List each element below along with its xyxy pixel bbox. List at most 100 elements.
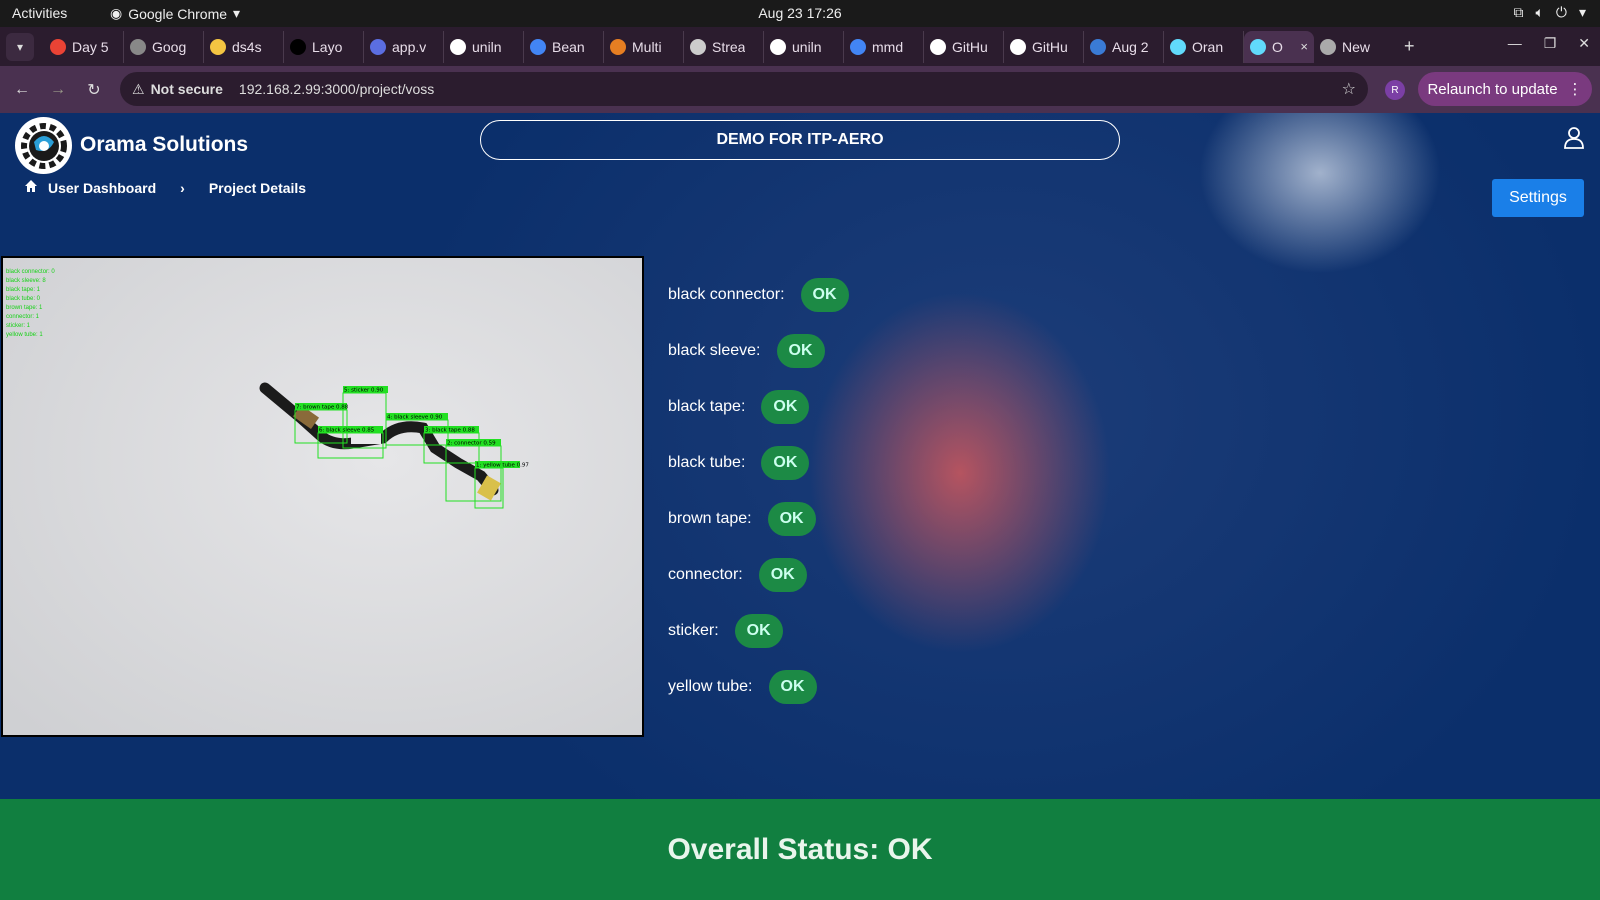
user-account-icon[interactable] bbox=[1564, 127, 1584, 154]
overall-status-bar: Overall Status: OK bbox=[0, 799, 1600, 900]
home-icon[interactable] bbox=[24, 179, 38, 196]
project-title: DEMO FOR ITP-AERO bbox=[480, 120, 1120, 160]
result-label: black tape: bbox=[668, 398, 746, 415]
system-top-bar: Activities ◉ Google Chrome ▾ Aug 23 17:2… bbox=[0, 0, 1600, 27]
back-icon[interactable]: ← bbox=[4, 81, 40, 99]
react-icon bbox=[1170, 38, 1186, 55]
browser-tab-active[interactable]: O × bbox=[1244, 30, 1314, 63]
brand-name: Orama Solutions bbox=[80, 133, 249, 156]
browser-tab[interactable]: mmd bbox=[844, 30, 924, 63]
breadcrumb-home-link[interactable]: User Dashboard bbox=[48, 180, 156, 196]
result-label: black tube: bbox=[668, 454, 746, 471]
detection-label: 7: brown tape 0.88 bbox=[296, 405, 349, 411]
tab-title: Bean bbox=[552, 38, 585, 55]
result-row: sticker: OK bbox=[668, 614, 783, 648]
browser-tab[interactable]: app.v bbox=[364, 30, 444, 63]
browser-tab[interactable]: GitHu bbox=[1004, 30, 1084, 63]
browser-tab[interactable]: Bean bbox=[524, 30, 604, 63]
tab-title: uniln bbox=[792, 38, 822, 55]
tab-title: mmd bbox=[872, 38, 904, 55]
breadcrumb: User Dashboard › Project Details bbox=[24, 179, 306, 196]
orama-logo[interactable] bbox=[15, 117, 72, 174]
detection-label: 1: yellow tube 0.97 bbox=[476, 463, 529, 469]
status-badge: OK bbox=[800, 278, 849, 312]
tab-title: Strea bbox=[712, 38, 746, 55]
github-icon bbox=[450, 38, 466, 55]
tab-title: ds4s bbox=[232, 38, 262, 55]
address-bar[interactable]: ⚠ Not secure 192.168.2.99:3000/project/v… bbox=[120, 72, 1368, 106]
github-icon bbox=[930, 38, 946, 55]
chrome-icon bbox=[130, 38, 146, 55]
browser-tab[interactable]: Multi bbox=[604, 30, 684, 63]
breadcrumb-current: Project Details bbox=[208, 179, 307, 196]
security-chip[interactable]: ⚠ Not secure bbox=[132, 81, 223, 98]
chrome-icon bbox=[1320, 38, 1336, 55]
restore-icon[interactable]: ❐ bbox=[1544, 35, 1557, 52]
tab-title: Oran bbox=[1192, 38, 1224, 55]
volume-icon: 🔈︎ bbox=[1535, 4, 1544, 20]
browser-tab[interactable]: Oran bbox=[1164, 30, 1244, 63]
tab-title: app.v bbox=[392, 38, 427, 55]
reload-icon[interactable]: ↻ bbox=[76, 80, 112, 100]
security-label: Not secure bbox=[150, 81, 223, 97]
browser-tab[interactable]: Goog bbox=[124, 30, 204, 63]
app-menu[interactable]: ◉ Google Chrome ▾ bbox=[110, 5, 240, 22]
browser-tab[interactable]: Strea bbox=[684, 30, 764, 63]
minimize-icon[interactable]: — bbox=[1508, 35, 1522, 52]
result-row: black tape: OK bbox=[668, 390, 810, 424]
detection-label: 6: black sleeve 0.85 bbox=[319, 428, 375, 434]
status-badge: OK bbox=[767, 502, 816, 536]
warning-icon: ⚠ bbox=[132, 80, 145, 97]
result-row: yellow tube: OK bbox=[668, 670, 817, 704]
tab-list: Day 5 Goog ds4s Layo app.v uniln Bean Multi Stre… bbox=[44, 27, 1415, 66]
activities-button[interactable]: Activities bbox=[12, 5, 67, 21]
react-icon bbox=[1250, 38, 1266, 55]
system-tray[interactable]: ⧉ 🔈︎ ⏻ ▾ bbox=[1513, 4, 1586, 21]
browser-tab[interactable]: Layo bbox=[284, 30, 364, 63]
relaunch-label: Relaunch to update bbox=[1427, 80, 1558, 98]
clock[interactable]: Aug 23 17:26 bbox=[758, 5, 841, 21]
browser-tab[interactable]: New bbox=[1314, 31, 1394, 63]
detection-label: 5: sticker 0.90 bbox=[344, 388, 384, 394]
chrome-icon: ◉ bbox=[110, 5, 123, 21]
url-text[interactable]: 192.168.2.99:3000/project/voss bbox=[239, 81, 434, 97]
tab-search-button[interactable]: ▾ bbox=[6, 32, 34, 61]
bookmark-star-icon[interactable]: ☆ bbox=[1342, 79, 1356, 99]
multi-icon bbox=[610, 38, 626, 55]
window-controls: — ❐ ✕ bbox=[1508, 35, 1590, 52]
relaunch-button[interactable]: Relaunch to update ⋮ bbox=[1418, 72, 1592, 106]
browser-tab[interactable]: uniln bbox=[764, 30, 844, 63]
forward-icon[interactable]: → bbox=[40, 81, 76, 99]
status-badge: OK bbox=[758, 558, 807, 592]
caret-down-icon: ▾ bbox=[233, 5, 241, 21]
browser-tab[interactable]: GitHu bbox=[924, 30, 1004, 63]
tab-title: Day 5 bbox=[72, 38, 109, 55]
browser-tab[interactable]: Aug 2 bbox=[1084, 30, 1164, 63]
browser-tab[interactable]: Day 5 bbox=[44, 30, 124, 63]
hf-icon bbox=[210, 38, 226, 55]
settings-button[interactable]: Settings bbox=[1492, 179, 1584, 217]
medium-icon bbox=[290, 38, 306, 55]
new-tab-plus-icon[interactable]: + bbox=[1404, 36, 1415, 57]
github-icon bbox=[770, 38, 786, 55]
openai-icon bbox=[690, 38, 706, 55]
app-menu-label: Google Chrome bbox=[128, 5, 228, 22]
browser-tab[interactable]: ds4s bbox=[204, 30, 284, 63]
close-tab-icon[interactable]: × bbox=[1300, 39, 1308, 54]
google-icon bbox=[530, 38, 546, 55]
browser-tab[interactable]: uniln bbox=[444, 30, 524, 63]
gear-logo-icon bbox=[20, 122, 67, 169]
chevron-down-icon: ▾ bbox=[16, 39, 24, 54]
profile-avatar[interactable]: R bbox=[1385, 80, 1405, 100]
github-icon bbox=[1010, 38, 1026, 55]
overall-status-text: Overall Status: OK bbox=[667, 832, 933, 866]
chevron-right-icon: › bbox=[180, 179, 185, 196]
result-label: connector: bbox=[668, 566, 743, 583]
result-row: brown tape: OK bbox=[668, 502, 816, 536]
detection-label: 4: black sleeve 0.90 bbox=[387, 415, 443, 421]
network-icon: ⧉ bbox=[1513, 4, 1524, 20]
detection-overlay: 5: sticker 0.90 7: brown tape 0.88 6: blac… bbox=[259, 382, 529, 509]
result-row: black sleeve: OK bbox=[668, 334, 825, 368]
tab-title: New bbox=[1342, 38, 1371, 55]
close-window-icon[interactable]: ✕ bbox=[1578, 35, 1590, 52]
